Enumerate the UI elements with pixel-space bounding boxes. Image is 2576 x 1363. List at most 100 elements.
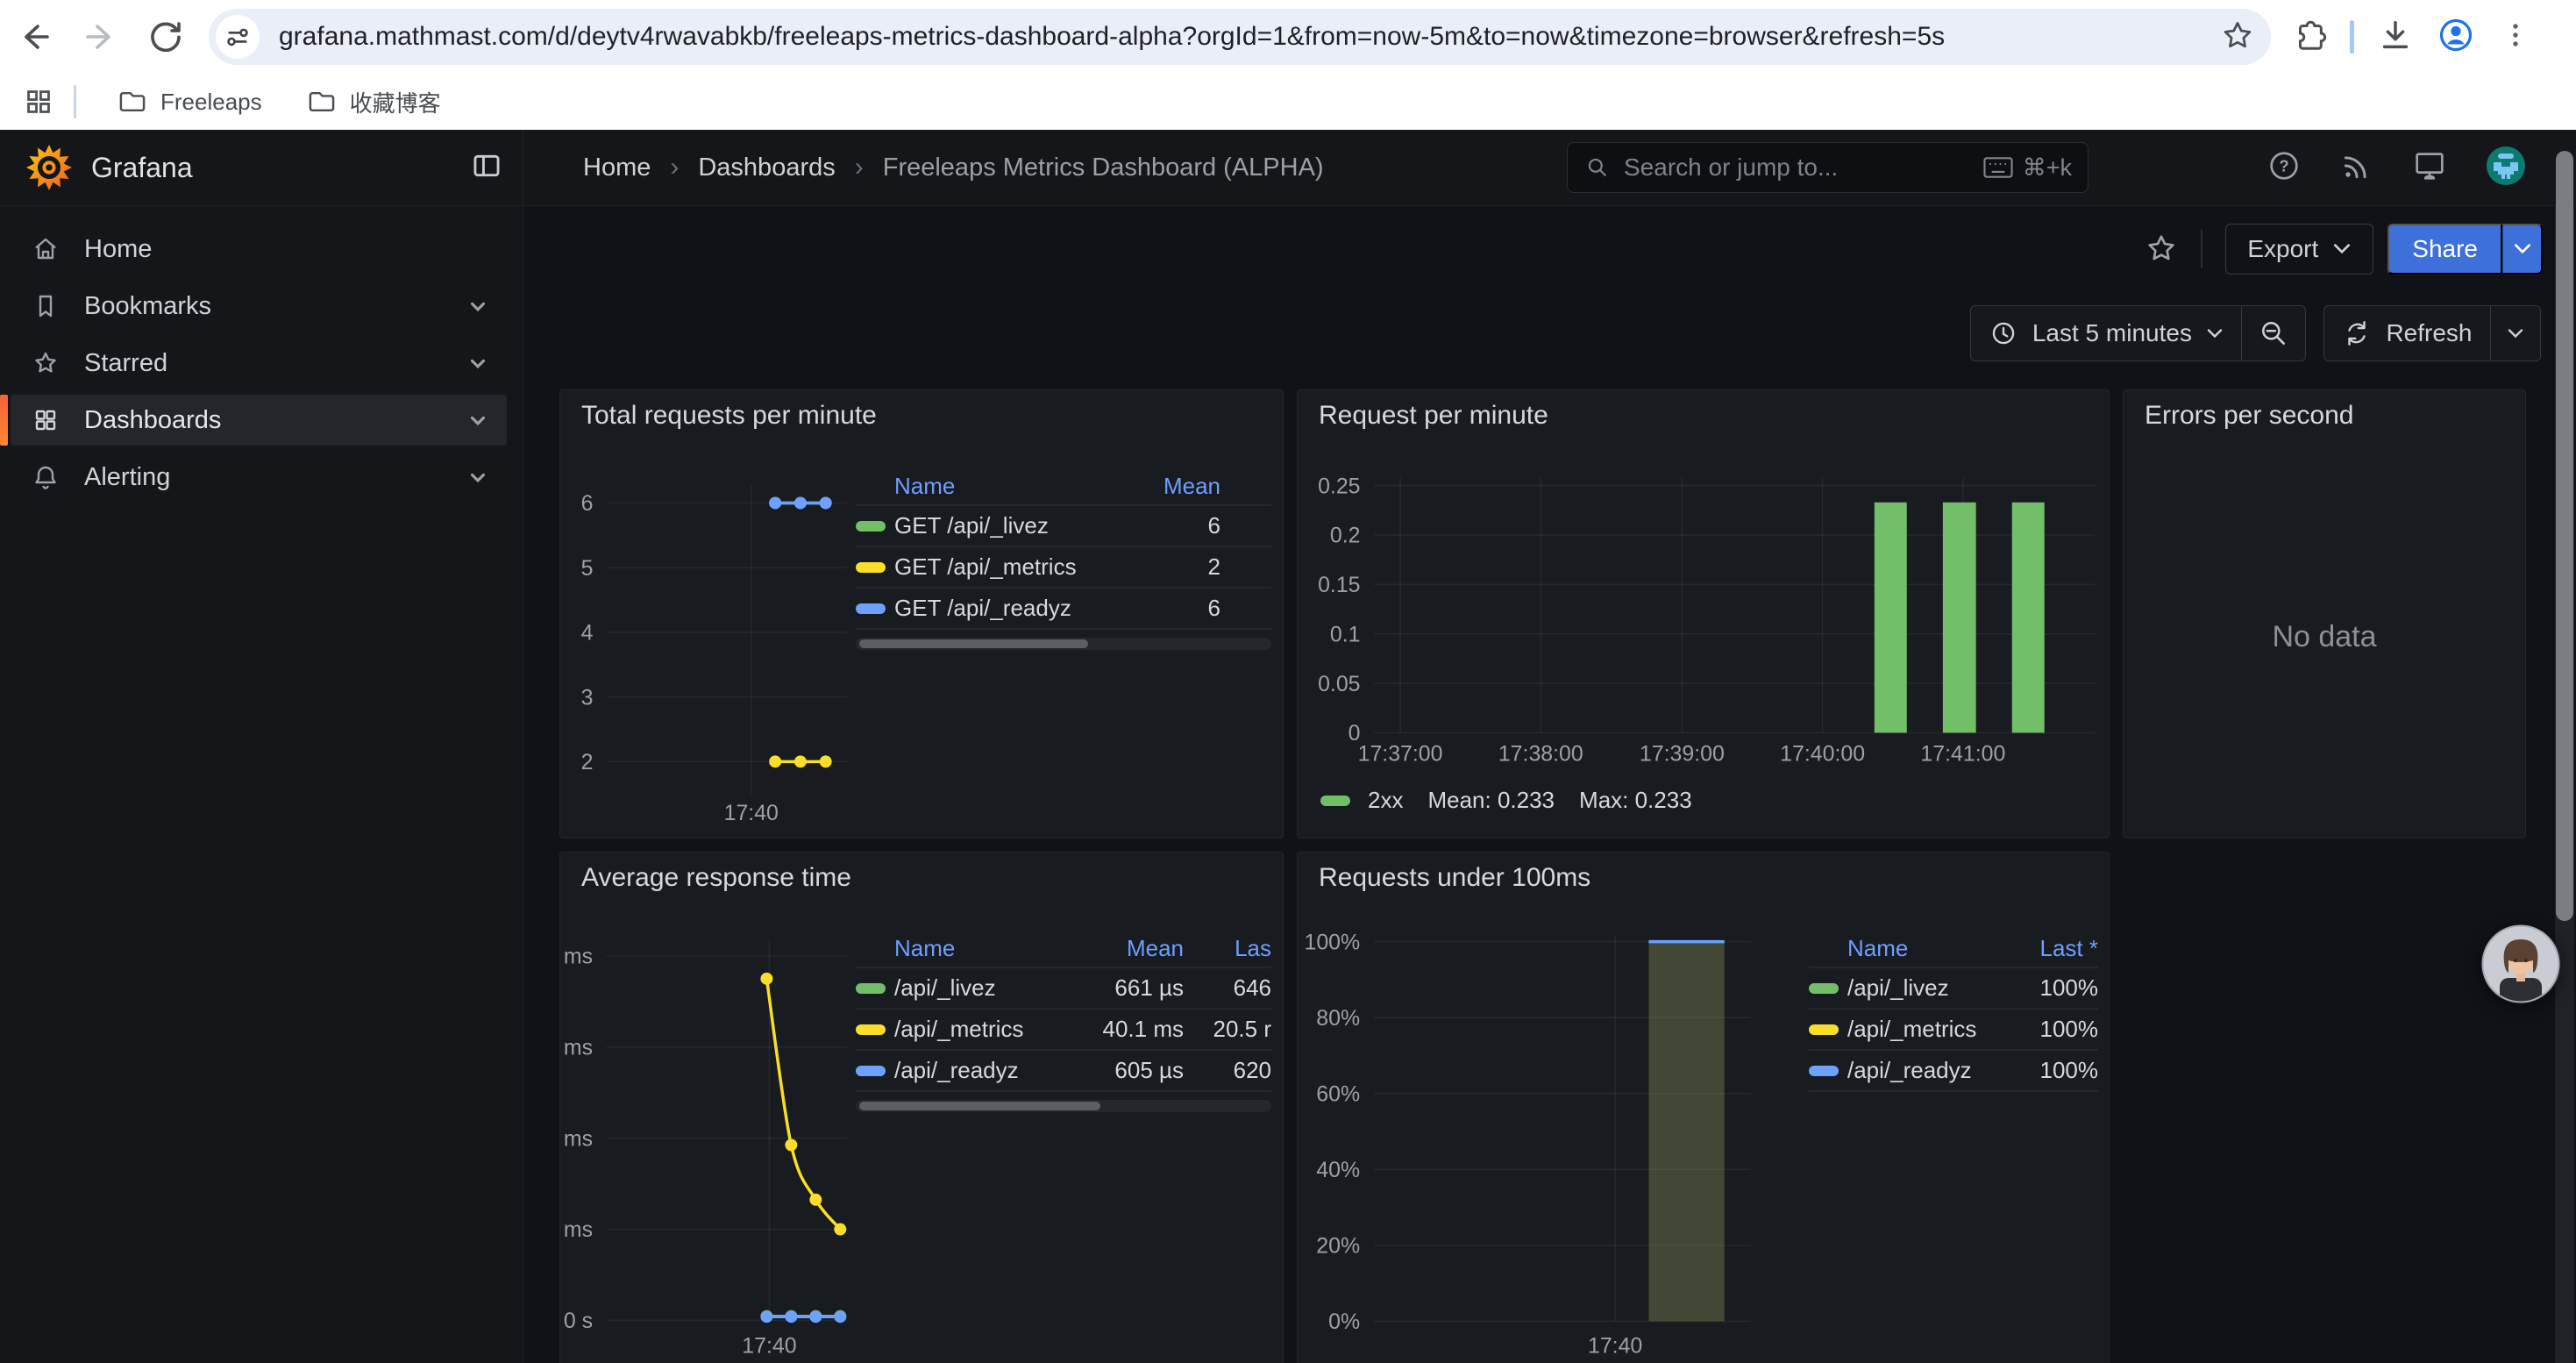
help-icon[interactable]: ?	[2266, 147, 2302, 189]
legend-row[interactable]: /api/_metrics40.1 ms20.5 r	[856, 1010, 1271, 1051]
browser-toolbar	[0, 0, 2576, 74]
browser-menu-icon[interactable]	[2498, 18, 2533, 57]
legend-series-name: /api/_readyz	[894, 1057, 1061, 1084]
url-bar[interactable]	[209, 9, 2271, 65]
series-color-pill	[856, 521, 886, 532]
legend-scrollbar-thumb[interactable]	[859, 639, 1088, 648]
folder-icon	[306, 86, 338, 118]
bell-icon	[32, 463, 60, 491]
share-menu-button[interactable]	[2502, 224, 2543, 275]
sidebar-nav: Home Bookmarks Starred Dashboards	[0, 206, 523, 503]
chevron-down-icon[interactable]	[466, 466, 489, 489]
bookmark-folder-freeleaps[interactable]: Freeleaps	[101, 79, 278, 125]
legend-scrollbar[interactable]	[856, 638, 1271, 650]
sidebar-item-starred[interactable]: Starred	[11, 338, 507, 389]
legend-column-header[interactable]: Mean	[1122, 473, 1220, 500]
legend-series-name[interactable]: 2xx	[1368, 787, 1403, 814]
svg-text:17:41:00: 17:41:00	[1920, 741, 2005, 766]
legend-row[interactable]: /api/_livez661 µs646	[856, 968, 1271, 1010]
page-scrollbar-thumb[interactable]	[2556, 151, 2573, 921]
reload-icon[interactable]	[146, 18, 184, 56]
bookmark-star-icon[interactable]	[2220, 18, 2255, 57]
time-range-button[interactable]: Last 5 minutes	[1971, 306, 2241, 360]
legend-row[interactable]: GET /api/_metrics2	[856, 547, 1271, 589]
svg-text:20%: 20%	[1316, 1234, 1360, 1259]
favorite-star-icon[interactable]	[2145, 232, 2178, 266]
legend-row[interactable]: GET /api/_livez6	[856, 506, 1271, 547]
breadcrumb-dashboards[interactable]: Dashboards	[698, 153, 835, 182]
legend-row[interactable]: /api/_readyz100%	[1809, 1051, 2098, 1092]
legend-value: 100%	[1996, 974, 2098, 1002]
sidebar-collapse-icon[interactable]	[470, 149, 503, 187]
back-icon[interactable]	[16, 18, 54, 56]
apps-grid-icon[interactable]	[23, 86, 54, 118]
news-rss-icon[interactable]	[2339, 148, 2374, 188]
chevron-down-icon[interactable]	[466, 295, 489, 318]
legend-column-header[interactable]: Las	[1184, 935, 1271, 962]
legend-row[interactable]: /api/_readyz605 µs620	[856, 1051, 1271, 1092]
legend-column-header[interactable]: Name	[1847, 935, 1996, 962]
panel-total-requests-per-minute: Total requests per minute 6543217:40 Nam…	[559, 389, 1284, 838]
dashboard-canvas: Export Share Last 5	[523, 206, 2576, 1363]
sidebar-item-bookmarks[interactable]: Bookmarks	[11, 281, 507, 332]
series-color-pill	[856, 983, 886, 994]
time-controls: Last 5 minutes Refresh	[1970, 305, 2541, 361]
site-settings-icon[interactable]	[216, 15, 260, 59]
grafana-logo[interactable]	[26, 145, 72, 190]
share-button[interactable]: Share	[2387, 224, 2502, 275]
monitor-icon[interactable]	[2411, 147, 2448, 189]
legend-column-header[interactable]: Name	[894, 935, 1061, 962]
refresh-interval-button[interactable]	[2491, 306, 2540, 360]
series-color-pill	[856, 1066, 886, 1076]
chevron-down-icon	[2332, 242, 2352, 256]
legend-series-name: GET /api/_readyz	[894, 595, 1122, 622]
chevron-down-icon	[2507, 327, 2524, 340]
legend-series-name: /api/_metrics	[894, 1016, 1061, 1043]
breadcrumb-home[interactable]: Home	[583, 153, 651, 182]
series-color-pill	[856, 562, 886, 573]
legend-row[interactable]: /api/_livez100%	[1809, 968, 2098, 1010]
profile-icon[interactable]	[2437, 16, 2475, 59]
svg-text:2: 2	[581, 750, 594, 774]
no-data-message: No data	[2124, 620, 2525, 654]
legend-value: 620	[1184, 1057, 1271, 1084]
chevron-down-icon[interactable]	[466, 409, 489, 432]
sidebar-item-alerting[interactable]: Alerting	[11, 452, 507, 503]
svg-text:0.25: 0.25	[1318, 474, 1360, 498]
folder-icon	[117, 86, 148, 118]
zoom-out-button[interactable]	[2242, 306, 2305, 360]
search-input[interactable]	[1624, 153, 1982, 182]
legend-column-header[interactable]: Mean	[1061, 935, 1184, 962]
legend-row[interactable]: GET /api/_readyz6	[856, 589, 1271, 630]
panel-title[interactable]: Requests under 100ms	[1319, 863, 1590, 893]
panel-title[interactable]: Total requests per minute	[581, 401, 877, 431]
refresh-group: Refresh	[2323, 305, 2541, 361]
panel-title[interactable]: Errors per second	[2145, 401, 2353, 431]
svg-text:17:40: 17:40	[742, 1333, 796, 1358]
legend-column-header[interactable]: Name	[894, 473, 1122, 500]
request-per-minute-chart[interactable]: 0.250.20.150.10.05017:37:0017:38:0017:39…	[1298, 390, 2109, 838]
legend-column-header[interactable]: Last *	[1996, 935, 2098, 962]
legend-scrollbar[interactable]	[856, 1100, 1271, 1112]
sidebar-item-dashboards[interactable]: Dashboards	[11, 395, 507, 446]
export-button[interactable]: Export	[2225, 224, 2373, 275]
sidebar-brand: Grafana	[91, 152, 193, 184]
forward-icon[interactable]	[81, 18, 119, 56]
chevron-down-icon[interactable]	[466, 352, 489, 375]
panel-title[interactable]: Average response time	[581, 863, 851, 893]
header-icons: ?	[2266, 145, 2527, 191]
download-icon[interactable]	[2377, 17, 2414, 58]
bookmark-folder-blogs[interactable]: 收藏博客	[290, 79, 457, 125]
panel-title[interactable]: Request per minute	[1319, 401, 1548, 431]
search-box[interactable]: ⌘+k	[1567, 142, 2089, 193]
refresh-button[interactable]: Refresh	[2324, 306, 2489, 360]
extensions-icon[interactable]	[2290, 17, 2327, 58]
user-avatar[interactable]	[2485, 145, 2527, 191]
svg-text:80%: 80%	[1316, 1006, 1360, 1031]
assistant-avatar-widget[interactable]	[2480, 924, 2561, 1004]
legend-row[interactable]: /api/_metrics100%	[1809, 1010, 2098, 1051]
sidebar-item-home[interactable]: Home	[11, 224, 507, 275]
toolbar-right	[2290, 16, 2533, 59]
legend-scrollbar-thumb[interactable]	[859, 1102, 1100, 1110]
url-input[interactable]	[279, 22, 2220, 52]
